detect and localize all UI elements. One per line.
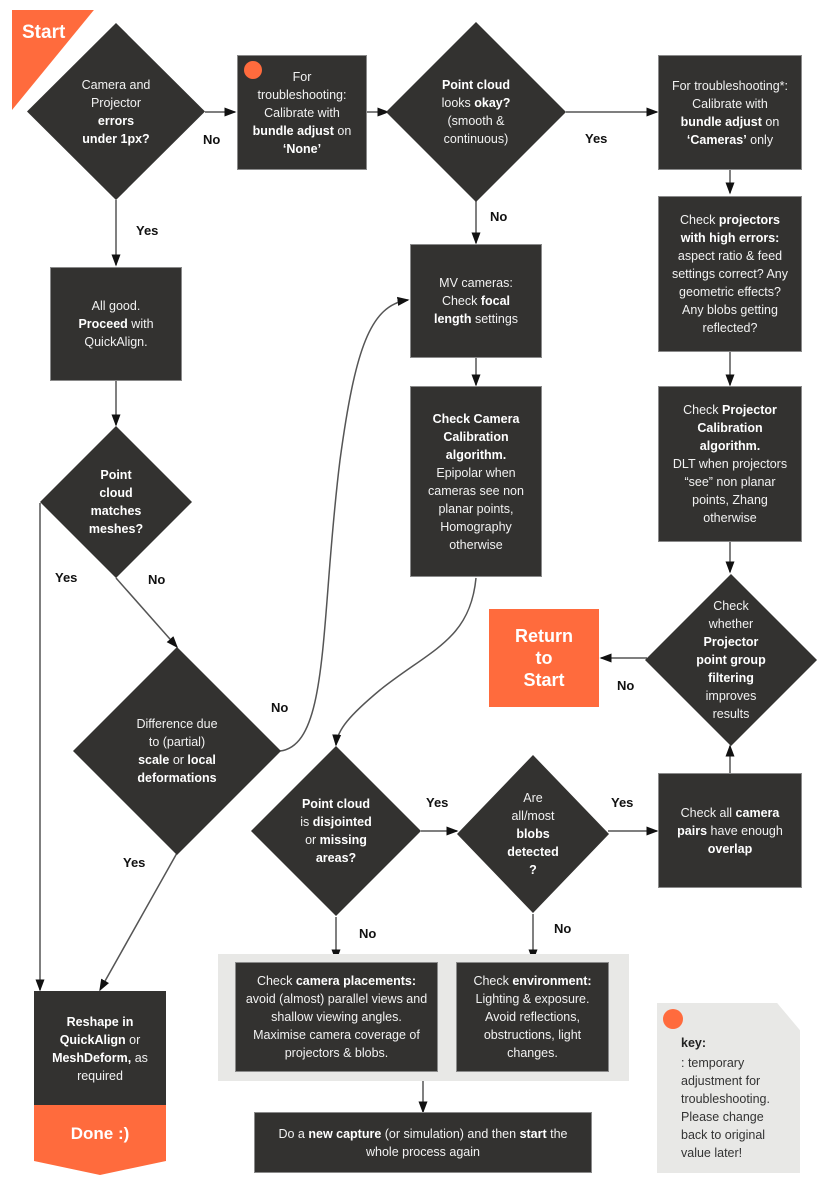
step-bundle-cameras-text: For troubleshooting*: Calibrate with bundl…: [671, 78, 789, 147]
decision-disjointed: Point cloud is disjointed or missing areas?: [251, 746, 421, 916]
step-mv-cameras: MV cameras: Check focal length settings: [410, 244, 542, 358]
edge-matches-difference: [115, 577, 178, 649]
step-camera-placements: Check camera placements: avoid (almost) p…: [235, 962, 438, 1072]
step-mv-cameras-text: MV cameras: Check focal length settings: [433, 276, 519, 326]
decision-difference: Difference due to (partial) scale or local…: [73, 647, 281, 855]
return-to-start-text: Return to Start: [515, 626, 573, 690]
decision-filtering-text: Check whether Projector point group filterin…: [696, 599, 766, 721]
decision-matches-meshes: Point cloud matches meshes?: [40, 426, 192, 578]
step-environment: Check environment: Lighting & exposure. Av…: [456, 962, 609, 1072]
step-overlap-text: Check all camera pairs have enough overlap: [677, 805, 783, 856]
key-title: key:: [681, 1036, 707, 1050]
label-difference-no: No: [271, 700, 289, 715]
step-environment-text: Check environment: Lighting & exposure. Av…: [473, 974, 592, 1060]
step-new-capture: Do a new capture (or simulation) and the…: [254, 1112, 592, 1173]
decision-difference-text: Difference due to (partial) scale or local…: [136, 717, 218, 785]
step-all-good: All good. Proceed with QuickAlign.: [50, 267, 182, 381]
label-disjointed-yes: Yes: [426, 795, 449, 810]
done-terminal: Done :): [34, 1105, 166, 1175]
label-matches-no: No: [148, 572, 166, 587]
step-projector-calibration: Check Projector Calibration algorithm. DLT …: [658, 386, 802, 542]
decision-matches-meshes-text: Point cloud matches meshes?: [88, 468, 144, 536]
step-camera-placements-text: Check camera placements: avoid (almost) p…: [245, 974, 428, 1060]
label-blobs-no: No: [554, 921, 572, 936]
step-all-good-text: All good. Proceed with QuickAlign.: [78, 299, 154, 349]
key-text: : temporary adjustment for troubleshooting…: [681, 1056, 770, 1160]
decision-blobs: Are all/most blobs detected?: [457, 755, 609, 913]
step-reshape: Reshape in QuickAlign or MeshDeform, as req…: [34, 991, 166, 1106]
step-camera-calibration-text: Check Camera Calibration algorithm. Epipola…: [428, 411, 524, 552]
label-errors-yes: Yes: [136, 223, 159, 238]
label-disjointed-no: No: [359, 926, 377, 941]
decision-blobs-text: Are all/most blobs detected?: [507, 791, 559, 877]
edge-camera-calib-disjointed: [332, 577, 477, 747]
label-point-ok-yes: Yes: [585, 131, 608, 146]
step-projectors-errors-text: Check projectors with high errors: aspect …: [671, 213, 789, 335]
decision-disjointed-text: Point cloud is disjointed or missing areas?: [300, 797, 372, 865]
label-difference-yes: Yes: [123, 855, 146, 870]
decision-point-ok: Point cloud looks okay? (smooth & continuou…: [386, 22, 566, 202]
step-camera-calibration: Check Camera Calibration algorithm. Epipola…: [410, 386, 542, 577]
label-matches-yes: Yes: [55, 570, 78, 585]
label-blobs-yes: Yes: [611, 795, 634, 810]
step-reshape-text: Reshape in QuickAlign or MeshDeform, as req…: [52, 1014, 148, 1083]
step-bundle-cameras: For troubleshooting*: Calibrate with bundl…: [658, 55, 802, 170]
start-label: Start: [22, 22, 66, 43]
label-point-ok-no: No: [490, 209, 508, 224]
step-overlap: Check all camera pairs have enough overlap: [658, 773, 802, 888]
done-text: Done :): [70, 1124, 130, 1143]
edge-difference-reshape: [99, 852, 178, 992]
label-filtering-no: No: [617, 678, 635, 693]
step-projectors-errors: Check projectors with high errors: aspect …: [658, 196, 802, 352]
decision-filtering: Check whether Projector point group filterin…: [645, 574, 817, 746]
key-marker-icon: [663, 1009, 683, 1029]
return-to-start: Return to Start: [489, 609, 599, 707]
step-projector-calibration-text: Check Projector Calibration algorithm. DLT …: [672, 403, 788, 525]
decision-point-ok-text: Point cloud looks okay? (smooth & continuou…: [441, 78, 511, 146]
step-new-capture-text: Do a new capture (or simulation) and the…: [278, 1126, 568, 1159]
step-bundle-none-text: For troubleshooting: Calibrate with bundle …: [252, 69, 352, 156]
edge-difference-mv-cameras: [279, 296, 410, 752]
decision-errors-text: Camera and Projector errors under 1px?: [81, 77, 151, 146]
temporary-adjustment-marker-icon: [244, 61, 262, 79]
label-errors-no: No: [203, 132, 221, 147]
